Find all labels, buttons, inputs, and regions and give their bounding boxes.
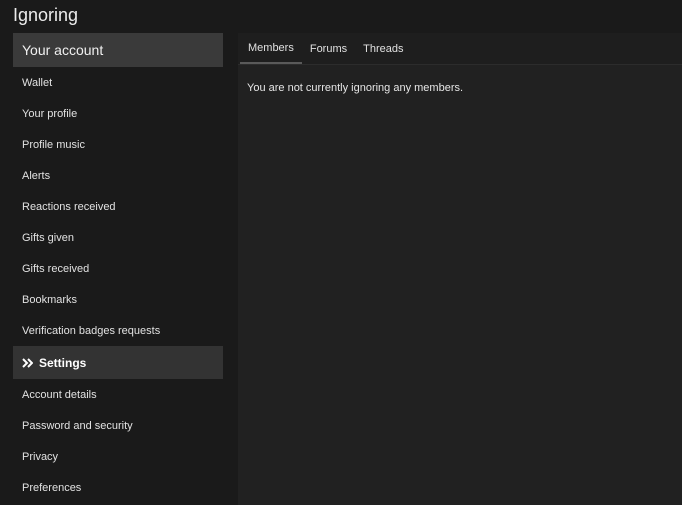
settings-nav-list: Account details Password and security Pr…: [13, 379, 223, 503]
sidebar-item-reactions-received[interactable]: Reactions received: [13, 191, 223, 222]
account-nav-list: Wallet Your profile Profile music Alerts…: [13, 67, 223, 346]
page-title: Ignoring: [13, 5, 79, 25]
sidebar-item-verification-badges-requests[interactable]: Verification badges requests: [13, 315, 223, 346]
sidebar-item-privacy[interactable]: Privacy: [13, 441, 223, 472]
sidebar-item-alerts[interactable]: Alerts: [13, 160, 223, 191]
sidebar-item-preferences[interactable]: Preferences: [13, 472, 223, 503]
double-chevron-right-icon: [22, 357, 33, 368]
tab-bar: Members Forums Threads: [238, 33, 682, 65]
sidebar-header-your-account[interactable]: Your account: [13, 33, 223, 67]
sidebar-item-gifts-given[interactable]: Gifts given: [13, 222, 223, 253]
sidebar-section-settings-label: Settings: [39, 355, 87, 370]
sidebar-item-profile-music[interactable]: Profile music: [13, 129, 223, 160]
tab-threads[interactable]: Threads: [355, 33, 411, 64]
tab-forums[interactable]: Forums: [302, 33, 355, 64]
sidebar-item-bookmarks[interactable]: Bookmarks: [13, 284, 223, 315]
sidebar-section-settings[interactable]: Settings: [13, 346, 223, 379]
sidebar-item-wallet[interactable]: Wallet: [13, 67, 223, 98]
sidebar-item-gifts-received[interactable]: Gifts received: [13, 253, 223, 284]
sidebar-item-your-profile[interactable]: Your profile: [13, 98, 223, 129]
page: Ignoring Your account Wallet Your profil…: [0, 0, 682, 505]
sidebar-item-account-details[interactable]: Account details: [13, 379, 223, 410]
sidebar-item-password-and-security[interactable]: Password and security: [13, 410, 223, 441]
main-panel: Members Forums Threads You are not curre…: [238, 33, 682, 505]
tab-members[interactable]: Members: [240, 33, 302, 64]
empty-state-message: You are not currently ignoring any membe…: [247, 82, 464, 94]
sidebar: Your account Wallet Your profile Profile…: [13, 33, 223, 503]
